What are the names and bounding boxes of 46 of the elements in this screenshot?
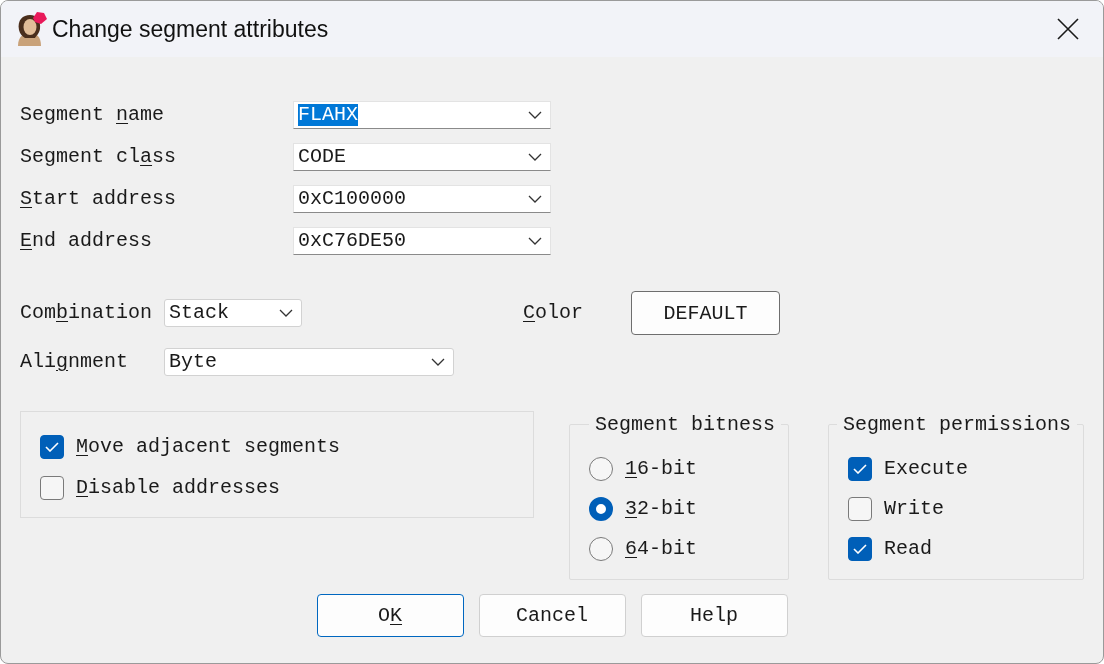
radio-label[interactable]: 32-bit [625, 497, 698, 521]
chevron-icon [431, 358, 445, 366]
dialog-button[interactable]: Cancel [478, 594, 626, 637]
check-icon [853, 464, 867, 474]
radio-label[interactable]: 16-bit [625, 457, 698, 481]
checkbox[interactable] [848, 457, 872, 481]
checkbox[interactable] [40, 476, 64, 500]
checkbox-label[interactable]: Execute [884, 457, 968, 481]
radio-button[interactable] [589, 497, 613, 521]
checkbox-label[interactable]: Write [884, 497, 944, 521]
radio-button[interactable] [589, 537, 613, 561]
checkbox-label[interactable]: Move adjacent segments [76, 435, 341, 459]
checkbox[interactable] [40, 435, 64, 459]
dropdown[interactable]: 0xC76DE50 [293, 227, 551, 255]
chevron-icon [279, 309, 293, 317]
check-icon [45, 442, 59, 452]
window-title: Change segment attributes [52, 15, 329, 43]
chevron-icon [528, 237, 542, 245]
chevron-icon [528, 153, 542, 161]
field-label: End address [20, 229, 154, 253]
check-icon [853, 544, 867, 554]
field-label: Start address [20, 187, 178, 211]
checkbox-label[interactable]: Read [884, 537, 932, 561]
dialog-button[interactable]: Help [640, 594, 788, 637]
radio-button[interactable] [589, 457, 613, 481]
field-label: Combination [20, 301, 154, 325]
group-title: Segment bitness [594, 413, 777, 436]
chevron-icon [528, 111, 542, 119]
field-label: Segment class [20, 145, 178, 169]
field-label: Color [523, 301, 585, 325]
chevron-icon [528, 195, 542, 203]
radio-label[interactable]: 64-bit [625, 537, 698, 561]
checkbox[interactable] [848, 537, 872, 561]
checkbox[interactable] [848, 497, 872, 521]
dropdown[interactable]: FLAHX [293, 101, 551, 129]
group-title: Segment permissions [842, 413, 1073, 436]
close-icon [1057, 18, 1079, 40]
dropdown[interactable]: CODE [293, 143, 551, 171]
color-button[interactable]: DEFAULT [631, 291, 780, 335]
dropdown[interactable]: Stack [164, 299, 302, 327]
dropdown[interactable]: 0xC100000 [293, 185, 551, 213]
checkbox-label[interactable]: Disable addresses [76, 476, 281, 500]
field-label: Alignment [20, 350, 130, 374]
field-label: Segment name [20, 103, 166, 127]
dialog-button[interactable]: OK [316, 594, 464, 637]
dropdown[interactable]: Byte [164, 348, 454, 376]
